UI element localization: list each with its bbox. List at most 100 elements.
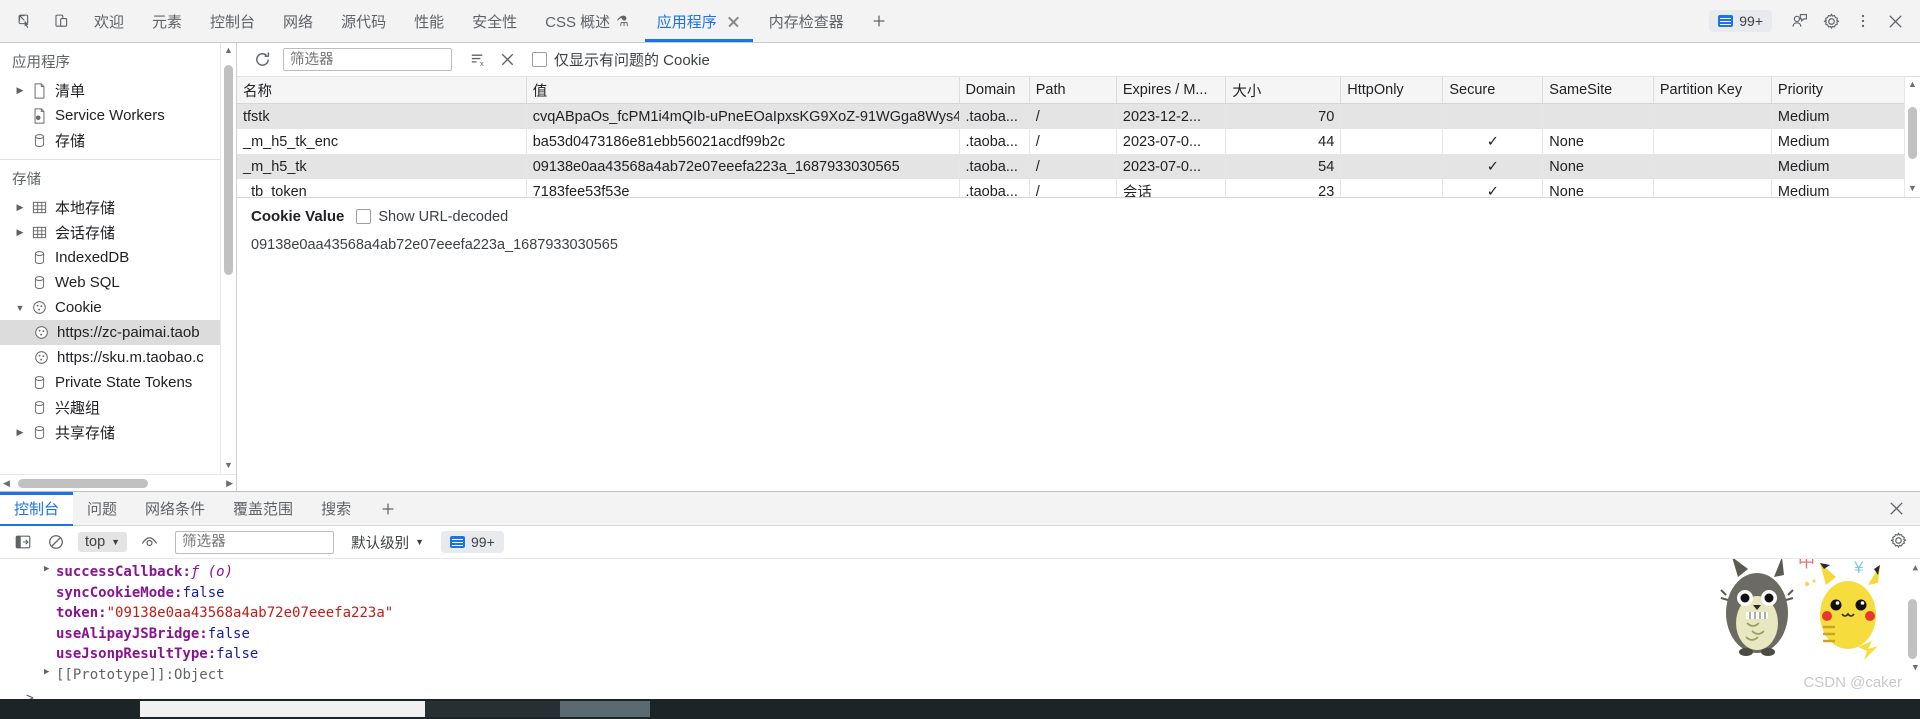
console-output[interactable]: ▶ successCallback : ƒ (o) syncCookieMode… <box>0 559 1920 699</box>
sidebar-item-service-workers[interactable]: Service Workers <box>0 103 236 128</box>
col-name[interactable]: 名称 <box>237 77 527 104</box>
scroll-up-icon[interactable]: ▲ <box>224 43 233 57</box>
scroll-right-icon[interactable]: ▶ <box>226 478 233 489</box>
feedback-icon[interactable] <box>1784 6 1814 36</box>
scrollbar-thumb[interactable] <box>224 65 233 275</box>
scroll-up-icon[interactable]: ▲ <box>1913 563 1918 573</box>
col-domain[interactable]: Domain <box>959 77 1030 104</box>
table-vertical-scrollbar[interactable]: ▲ ▼ <box>1904 77 1920 197</box>
sidebar-item-storage-overview[interactable]: 存储 <box>0 128 236 153</box>
console-sidebar-icon[interactable] <box>8 529 38 555</box>
drawer-tab-issues[interactable]: 问题 <box>73 492 131 525</box>
settings-gear-icon[interactable] <box>1816 6 1846 36</box>
sidebar-item-manifest[interactable]: ▶ 清单 <box>0 78 236 103</box>
tab-console[interactable]: 控制台 <box>196 0 269 42</box>
tab-welcome[interactable]: 欢迎 <box>80 0 138 42</box>
taskbar-window-2[interactable] <box>425 701 560 717</box>
tab-application[interactable]: 应用程序 <box>643 0 755 42</box>
drawer-tab-network-conditions[interactable]: 网络条件 <box>131 492 219 525</box>
table-row[interactable]: _tb_token_ 7183fee53f53e .taoba... / 会话 … <box>237 179 1907 197</box>
col-partition-key[interactable]: Partition Key <box>1653 77 1772 104</box>
chevron-right-icon[interactable]: ▶ <box>12 202 28 213</box>
chevron-right-icon[interactable]: ▶ <box>12 85 28 96</box>
close-drawer-icon[interactable] <box>1873 492 1920 525</box>
tab-elements[interactable]: 元素 <box>138 0 196 42</box>
console-level-selector[interactable]: 默认级别 ▼ <box>351 532 424 553</box>
scroll-down-icon[interactable]: ▼ <box>1905 181 1920 195</box>
cookie-filter-input[interactable] <box>283 48 452 71</box>
drawer-tab-coverage[interactable]: 覆盖范围 <box>219 492 307 525</box>
more-options-icon[interactable] <box>1848 6 1878 36</box>
console-line[interactable]: syncCookieMode : false <box>0 585 1920 606</box>
refresh-icon[interactable] <box>247 47 277 73</box>
tab-performance[interactable]: 性能 <box>400 0 458 42</box>
sidebar-item-interest-groups[interactable]: 兴趣组 <box>0 395 236 420</box>
sidebar-item-cookie-sku-m-taobao[interactable]: https://sku.m.taobao.c <box>0 345 236 370</box>
console-line[interactable]: token : "09138e0aa43568a4ab72e07eeefa223… <box>0 605 1920 626</box>
device-toolbar-icon[interactable] <box>46 6 76 36</box>
sidebar-item-private-state-tokens[interactable]: Private State Tokens <box>0 370 236 395</box>
chevron-down-icon[interactable]: ▼ <box>12 303 28 313</box>
console-line[interactable]: ▶ successCallback : ƒ (o) <box>0 564 1920 585</box>
sidebar-horizontal-scrollbar[interactable]: ◀ ▶ <box>0 474 236 491</box>
col-secure[interactable]: Secure <box>1442 77 1544 104</box>
clear-filter-icon[interactable]: x <box>462 47 492 73</box>
scroll-down-icon[interactable]: ▼ <box>1913 663 1918 673</box>
col-path[interactable]: Path <box>1029 77 1117 104</box>
console-prompt[interactable]: > <box>0 687 1920 700</box>
drawer-tab-console[interactable]: 控制台 <box>0 492 74 526</box>
chevron-right-icon[interactable]: ▶ <box>44 667 49 677</box>
drawer-tab-search[interactable]: 搜索 <box>307 492 365 525</box>
cookies-table-container[interactable]: 名称 值 Domain Path Expires / M... 大小 HttpO… <box>237 77 1920 198</box>
add-panel-button[interactable] <box>858 0 900 42</box>
col-size[interactable]: 大小 <box>1225 77 1342 104</box>
scroll-up-icon[interactable]: ▲ <box>1905 77 1920 91</box>
col-priority[interactable]: Priority <box>1771 77 1907 104</box>
scrollbar-thumb[interactable] <box>18 478 148 488</box>
console-line[interactable]: useJsonpResultType : false <box>0 646 1920 667</box>
tab-sources[interactable]: 源代码 <box>327 0 400 42</box>
drawer-add-tab-button[interactable] <box>365 492 411 525</box>
scrollbar-thumb[interactable] <box>1908 599 1917 659</box>
console-filter-input[interactable] <box>175 530 335 554</box>
show-url-decoded-checkbox[interactable] <box>356 209 372 224</box>
sidebar-item-cookie-zc-paimai[interactable]: https://zc-paimai.taob <box>0 320 236 345</box>
scroll-down-icon[interactable]: ▼ <box>224 458 233 472</box>
only-problems-checkbox[interactable] <box>532 52 547 67</box>
sidebar-vertical-scrollbar[interactable]: ▲ ▼ <box>220 43 236 474</box>
chevron-right-icon[interactable]: ▶ <box>12 427 28 438</box>
console-line[interactable]: useAlipayJSBridge : false <box>0 626 1920 647</box>
live-expression-icon[interactable] <box>134 529 164 555</box>
tab-memory-inspector[interactable]: 内存检查器 <box>755 0 858 42</box>
col-value[interactable]: 值 <box>526 77 960 104</box>
console-line[interactable]: ▶ [[Prototype]] : Object <box>0 667 1920 688</box>
sidebar-item-shared-storage[interactable]: ▶ 共享存储 <box>0 420 236 445</box>
show-url-decoded-row[interactable]: Show URL-decoded <box>356 209 508 225</box>
table-row[interactable]: _m_h5_tk_enc ba53d0473186e81ebb56021acdf… <box>237 129 1907 154</box>
scroll-left-icon[interactable]: ◀ <box>3 478 10 489</box>
console-vertical-scrollbar[interactable]: ▲ ▼ <box>1906 559 1920 699</box>
issues-counter-button[interactable]: 99+ <box>1709 10 1772 32</box>
col-samesite[interactable]: SameSite <box>1542 77 1654 104</box>
chevron-right-icon[interactable]: ▶ <box>44 564 49 574</box>
sidebar-item-session-storage[interactable]: ▶ 会话存储 <box>0 220 236 245</box>
tab-network[interactable]: 网络 <box>269 0 327 42</box>
console-settings-gear-icon[interactable] <box>1889 531 1908 554</box>
clear-all-cookies-icon[interactable] <box>492 47 522 73</box>
close-devtools-icon[interactable] <box>1880 6 1910 36</box>
sidebar-item-local-storage[interactable]: ▶ 本地存储 <box>0 195 236 220</box>
tab-security[interactable]: 安全性 <box>458 0 531 42</box>
table-row[interactable]: _m_h5_tk 09138e0aa43568a4ab72e07eeefa223… <box>237 154 1907 179</box>
only-problems-checkbox-row[interactable]: 仅显示有问题的 Cookie <box>532 49 710 70</box>
clear-console-icon[interactable] <box>41 529 71 555</box>
sidebar-item-indexeddb[interactable]: IndexedDB <box>0 245 236 270</box>
sidebar-item-websql[interactable]: Web SQL <box>0 270 236 295</box>
console-issues-counter[interactable]: 99+ <box>441 531 504 553</box>
col-expires[interactable]: Expires / M... <box>1116 77 1227 104</box>
taskbar-window-3[interactable] <box>560 701 650 717</box>
sidebar-item-cookie[interactable]: ▼ Cookie <box>0 295 236 320</box>
taskbar-window-1[interactable] <box>140 701 425 717</box>
tab-css-overview[interactable]: CSS 概述 ⚗ <box>531 0 643 42</box>
table-row[interactable]: tfstk cvqABpaOs_fcPM1i4mQIb-uPneEOaIpxsK… <box>237 103 1907 129</box>
close-icon[interactable] <box>726 14 741 29</box>
